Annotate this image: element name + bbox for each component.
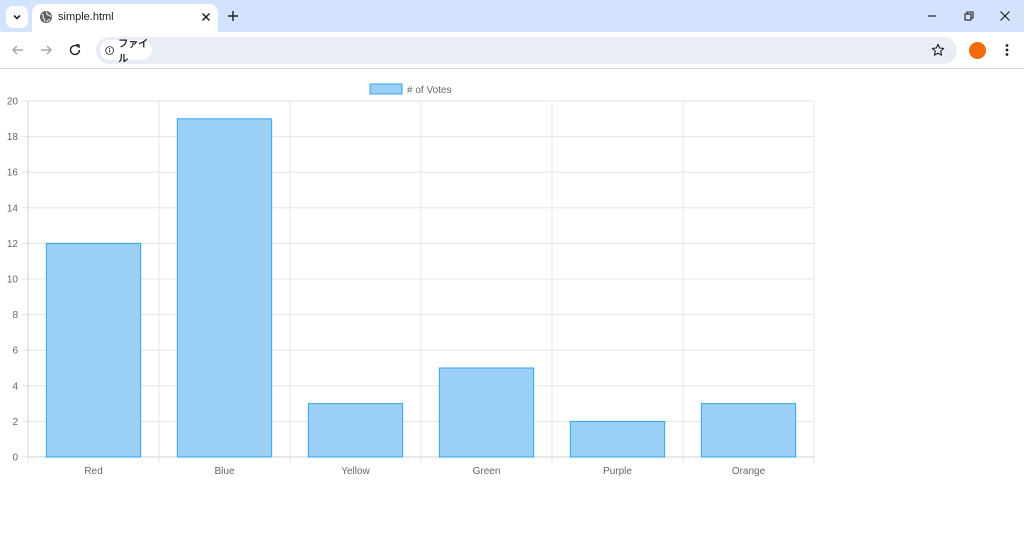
x-tick-label: Yellow bbox=[341, 466, 370, 477]
star-icon bbox=[931, 43, 945, 56]
arrow-right-icon bbox=[41, 45, 52, 55]
bar-yellow bbox=[307, 403, 404, 458]
site-info-chip[interactable]: ファイル bbox=[100, 39, 152, 65]
title-bar: simple.html bbox=[0, 0, 1024, 32]
x-tick-label: Orange bbox=[732, 466, 766, 477]
close-icon bbox=[1000, 11, 1010, 21]
x-tick-label: Red bbox=[84, 466, 102, 477]
close-icon bbox=[201, 12, 211, 22]
new-tab-button[interactable] bbox=[225, 8, 241, 24]
plus-icon bbox=[228, 11, 238, 21]
reload-button[interactable] bbox=[66, 41, 84, 59]
active-tab[interactable]: simple.html bbox=[32, 4, 218, 32]
info-icon bbox=[105, 45, 114, 55]
x-tick-label: Blue bbox=[214, 466, 234, 477]
bar-orange bbox=[700, 403, 797, 458]
restore-button[interactable] bbox=[961, 8, 977, 24]
chart-area: 0 2 4 6 8 10 12 14 16 18 20 Red Blue Yellow Green Purpl… bbox=[0, 70, 1024, 551]
bar-purple bbox=[569, 420, 666, 458]
minimize-icon bbox=[928, 15, 936, 17]
bookmark-button[interactable] bbox=[930, 42, 946, 58]
minimize-button[interactable] bbox=[924, 8, 940, 24]
bar-red bbox=[45, 242, 142, 458]
legend-label: # of Votes bbox=[407, 85, 451, 96]
address-bar[interactable]: ファイル bbox=[96, 37, 957, 65]
tab-title: simple.html bbox=[58, 11, 114, 23]
bar-blue bbox=[176, 118, 273, 458]
reload-icon bbox=[69, 44, 81, 56]
forward-button[interactable] bbox=[37, 41, 55, 59]
y-tick-label: 16 bbox=[7, 168, 19, 179]
bar-green bbox=[438, 367, 535, 458]
y-tick-label: 0 bbox=[12, 453, 18, 464]
menu-button[interactable] bbox=[998, 41, 1016, 59]
tab-close-button[interactable] bbox=[198, 9, 214, 25]
y-tick-label: 2 bbox=[12, 417, 18, 428]
more-vert-icon bbox=[1005, 44, 1009, 56]
y-tick-label: 14 bbox=[7, 203, 19, 214]
close-window-button[interactable] bbox=[997, 8, 1013, 24]
arrow-left-icon bbox=[12, 45, 23, 55]
browser-toolbar: ファイル bbox=[0, 32, 1024, 69]
y-tick-label: 6 bbox=[12, 346, 18, 357]
y-tick-label: 4 bbox=[12, 381, 18, 392]
tab-search-button[interactable] bbox=[6, 6, 28, 28]
y-tick-label: 12 bbox=[7, 239, 19, 250]
legend-swatch bbox=[369, 83, 403, 95]
restore-icon bbox=[964, 11, 974, 21]
bar-chart: 0 2 4 6 8 10 12 14 16 18 20 Red Blue Yellow Green Purpl… bbox=[7, 83, 815, 477]
x-tick-label: Purple bbox=[603, 466, 632, 477]
y-tick-label: 10 bbox=[7, 275, 19, 286]
y-tick-label: 18 bbox=[7, 132, 19, 143]
globe-icon bbox=[40, 11, 52, 23]
back-button[interactable] bbox=[9, 41, 27, 59]
profile-avatar[interactable] bbox=[969, 42, 986, 59]
y-tick-label: 8 bbox=[12, 310, 18, 321]
chevron-down-icon bbox=[13, 14, 21, 20]
y-tick-label: 20 bbox=[7, 97, 19, 108]
file-scheme-label: ファイル bbox=[118, 39, 149, 65]
x-tick-label: Green bbox=[473, 466, 501, 477]
